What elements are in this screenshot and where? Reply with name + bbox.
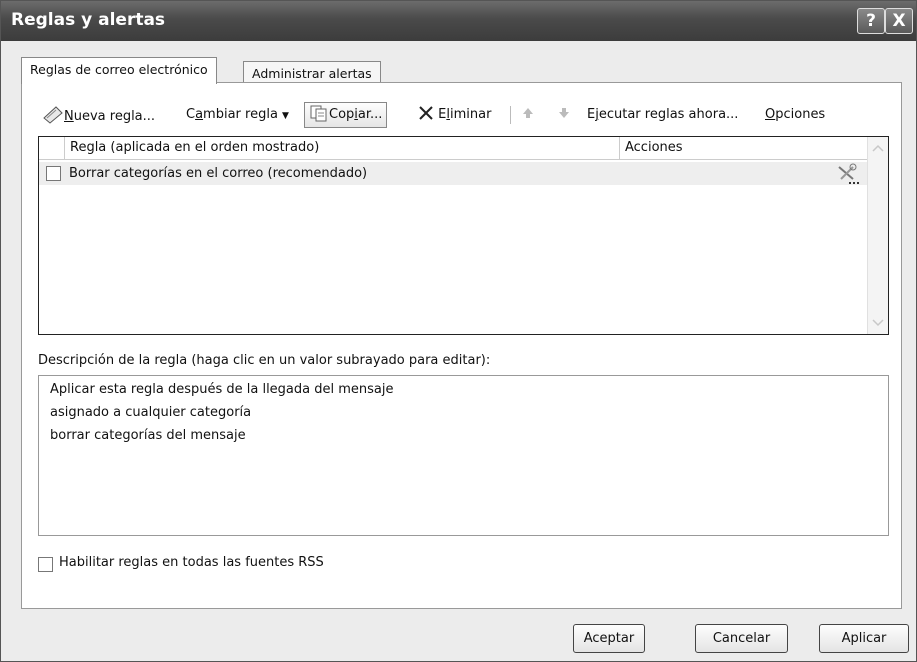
help-icon: ? xyxy=(866,11,876,31)
column-separator xyxy=(619,137,620,159)
tab-email-rules[interactable]: Reglas de correo electrónico xyxy=(21,57,217,84)
list-header: Regla (aplicada en el orden mostrado) Ac… xyxy=(39,137,867,160)
delete-icon xyxy=(419,106,433,120)
move-up-button[interactable] xyxy=(521,104,535,126)
copy-button[interactable]: Copiar... xyxy=(304,102,388,128)
rule-description-label: Descripción de la regla (haga clic en un… xyxy=(38,353,491,368)
delete-button[interactable]: Eliminar xyxy=(418,104,491,126)
scroll-up-icon[interactable] xyxy=(868,139,888,159)
rss-rules-checkbox[interactable] xyxy=(38,557,53,572)
arrow-down-icon xyxy=(559,108,569,118)
list-item[interactable]: Borrar categorías en el correo (recomend… xyxy=(39,162,867,185)
change-rule-accel: a xyxy=(195,107,204,122)
options-accel: O xyxy=(765,107,776,122)
description-line: Aplicar esta regla después de la llegada… xyxy=(50,382,394,397)
close-button[interactable]: X xyxy=(885,8,913,34)
list-scrollbar[interactable] xyxy=(867,137,888,334)
new-rule-button[interactable]: Nueva regla... xyxy=(42,104,155,126)
rule-actions-icon[interactable] xyxy=(835,163,861,185)
run-rules-label: ecutar reglas ahora... xyxy=(598,107,739,122)
scroll-down-icon[interactable] xyxy=(868,312,888,332)
rule-enabled-checkbox[interactable] xyxy=(46,166,61,181)
column-header-actions[interactable]: Acciones xyxy=(625,137,683,159)
rule-description-box[interactable]: Aplicar esta regla después de la llegada… xyxy=(38,375,889,536)
rss-rules-label[interactable]: Habilitar reglas en todas las fuentes RS… xyxy=(59,555,324,570)
change-rule-button[interactable]: Cambiar regla ▼ xyxy=(186,104,289,126)
options-label: pciones xyxy=(775,107,826,122)
description-line: asignado a cualquier categoría xyxy=(50,405,252,420)
rules-alerts-dialog: Reglas y alertas ? X Reglas de correo el… xyxy=(0,0,917,662)
dialog-title: Reglas y alertas xyxy=(11,10,166,30)
run-rules-button[interactable]: Ejecutar reglas ahora... xyxy=(587,104,738,126)
copy-label: ar... xyxy=(357,107,383,122)
new-rule-label: ueva regla... xyxy=(73,109,156,124)
copy-label-pre: Cop xyxy=(329,107,355,122)
copy-icon xyxy=(310,105,327,122)
change-rule-label: mbiar regla xyxy=(203,107,278,122)
move-down-button[interactable] xyxy=(557,104,571,126)
help-button[interactable]: ? xyxy=(857,8,885,34)
column-header-rule[interactable]: Regla (aplicada en el orden mostrado) xyxy=(70,137,319,159)
apply-button[interactable]: Aplicar xyxy=(819,624,909,653)
title-bar: Reglas y alertas ? X xyxy=(1,1,916,41)
new-rule-accel: N xyxy=(64,109,74,124)
delete-label: iminar xyxy=(449,107,492,122)
change-rule-label-pre: C xyxy=(186,107,196,122)
toolbar-separator xyxy=(510,106,511,124)
close-icon: X xyxy=(892,11,906,31)
rules-list[interactable]: Regla (aplicada en el orden mostrado) Ac… xyxy=(38,136,889,335)
ok-button[interactable]: Aceptar xyxy=(573,624,645,653)
rule-name: Borrar categorías en el correo (recomend… xyxy=(69,166,368,181)
run-rules-label-pre: E xyxy=(587,107,596,122)
arrow-up-icon xyxy=(523,108,533,118)
column-separator xyxy=(64,137,65,159)
cancel-button[interactable]: Cancelar xyxy=(695,624,788,653)
new-rule-icon xyxy=(43,106,63,124)
options-button[interactable]: Opciones xyxy=(765,104,825,126)
description-line: borrar categorías del mensaje xyxy=(50,428,246,443)
dropdown-arrow-icon: ▼ xyxy=(282,111,289,121)
